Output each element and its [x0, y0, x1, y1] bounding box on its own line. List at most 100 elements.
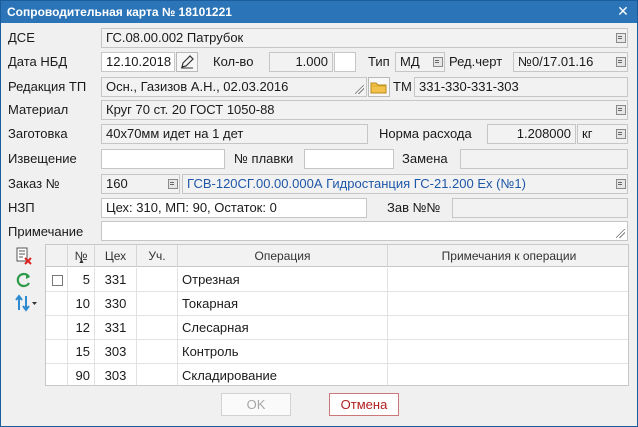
dropdown-icon[interactable]: [615, 128, 626, 140]
plavka-input[interactable]: [304, 149, 394, 169]
cell-num[interactable]: 10: [68, 292, 95, 316]
table-header-uch[interactable]: Уч.: [137, 245, 178, 267]
cell-uch[interactable]: [137, 340, 178, 364]
pen-icon[interactable]: [176, 52, 198, 72]
plavka-label: № плавки: [234, 151, 294, 166]
type-field[interactable]: МД: [395, 52, 445, 72]
edchert-value: №0/17.01.16: [518, 54, 594, 69]
izveshenie-input[interactable]: [101, 149, 225, 169]
material-value: Круг 70 ст. 20 ГОСТ 1050-88: [106, 102, 275, 117]
cell-op[interactable]: Слесарная: [178, 316, 388, 340]
dropdown-icon[interactable]: [167, 178, 178, 190]
cell-op[interactable]: Отрезная: [178, 268, 388, 292]
dialog-window: Сопроводительная карта № 18101221 ✕ ДСЕ …: [0, 0, 638, 427]
material-field[interactable]: Круг 70 ст. 20 ГОСТ 1050-88: [101, 100, 628, 120]
redtp-field[interactable]: Осн., Газизов А.Н., 02.03.2016: [101, 77, 367, 97]
close-icon[interactable]: ✕: [615, 3, 631, 19]
sort-arrow-icon: ▲: [78, 258, 85, 265]
cell-uch[interactable]: [137, 364, 178, 385]
prim-input[interactable]: [101, 221, 628, 241]
cell-note[interactable]: [388, 268, 628, 292]
cell-uch[interactable]: [137, 268, 178, 292]
zamena-label: Замена: [402, 151, 448, 166]
dse-label: ДСЕ: [8, 30, 35, 45]
row-select-cell[interactable]: [46, 316, 68, 340]
resize-grip-icon[interactable]: [355, 85, 364, 94]
nzp-value: Цех: 310, МП: 90, Остаток: 0: [106, 200, 277, 215]
cell-shop[interactable]: 303: [95, 340, 137, 364]
edchert-label: Ред.черт: [449, 54, 503, 69]
refresh-icon[interactable]: [14, 271, 34, 289]
type-value: МД: [400, 54, 420, 69]
nzp-label: НЗП: [8, 200, 35, 215]
norma-value: 1.208000: [516, 126, 571, 141]
delete-document-icon[interactable]: [14, 247, 34, 265]
dse-value: ГС.08.00.002 Патрубок: [106, 30, 244, 45]
title-bar[interactable]: Сопроводительная карта № 18101221 ✕: [1, 1, 637, 23]
row-select-cell[interactable]: [46, 364, 68, 385]
zav-field[interactable]: [452, 198, 628, 218]
izveshenie-label: Извещение: [8, 151, 77, 166]
date-input[interactable]: 12.10.2018: [101, 52, 175, 72]
qty-extra-field[interactable]: [334, 52, 356, 72]
row-select-cell[interactable]: [46, 340, 68, 364]
dropdown-icon[interactable]: [432, 56, 443, 68]
material-label: Материал: [8, 102, 69, 117]
table-header-notes[interactable]: Примечания к операции: [388, 245, 628, 267]
zakaz-desc: ГСВ-120СГ.00.00.000А Гидростанция ГС-21.…: [187, 176, 526, 191]
cell-num[interactable]: 5: [68, 268, 95, 292]
zamena-field[interactable]: [460, 149, 628, 169]
cell-shop[interactable]: 303: [95, 364, 137, 385]
cell-num[interactable]: 12: [68, 316, 95, 340]
cancel-button[interactable]: Отмена: [329, 393, 399, 416]
norma-unit-field[interactable]: кг: [577, 124, 628, 144]
tm-field[interactable]: 331-330-331-303: [414, 77, 628, 97]
zakaz-label: Заказ №: [8, 176, 60, 191]
zav-label: Зав №№: [387, 200, 441, 215]
table-header-shop[interactable]: Цех: [95, 245, 137, 267]
table-header-num[interactable]: № ▲: [68, 245, 95, 267]
dropdown-icon[interactable]: [615, 178, 626, 190]
cell-op[interactable]: Контроль: [178, 340, 388, 364]
edchert-field[interactable]: №0/17.01.16: [513, 52, 628, 72]
cell-note[interactable]: [388, 292, 628, 316]
dropdown-icon[interactable]: [615, 56, 626, 68]
dse-field[interactable]: ГС.08.00.002 Патрубок: [101, 28, 628, 48]
sort-updown-icon[interactable]: [14, 294, 40, 312]
zakaz-value: 160: [106, 176, 128, 191]
folder-icon[interactable]: [368, 77, 390, 97]
dropdown-icon[interactable]: [615, 104, 626, 116]
resize-grip-icon[interactable]: [616, 229, 625, 238]
zagotovka-value: 40х70мм идет на 1 дет: [106, 126, 244, 141]
zagotovka-label: Заготовка: [8, 126, 68, 141]
cell-op[interactable]: Складирование: [178, 364, 388, 385]
cell-note[interactable]: [388, 316, 628, 340]
ok-button[interactable]: OK: [221, 393, 291, 416]
nzp-input[interactable]: Цех: 310, МП: 90, Остаток: 0: [101, 198, 367, 218]
cell-op[interactable]: Токарная: [178, 292, 388, 316]
zakaz-field[interactable]: 160: [101, 174, 180, 194]
table-header-operation[interactable]: Операция: [178, 245, 388, 267]
cell-uch[interactable]: [137, 316, 178, 340]
cell-shop[interactable]: 331: [95, 268, 137, 292]
redtp-value: Осн., Газизов А.Н., 02.03.2016: [106, 79, 289, 94]
cell-note[interactable]: [388, 340, 628, 364]
cell-num[interactable]: 15: [68, 340, 95, 364]
cell-num[interactable]: 90: [68, 364, 95, 385]
row-select-cell[interactable]: [46, 292, 68, 316]
cell-note[interactable]: [388, 364, 628, 385]
table-header-select: [46, 245, 68, 267]
date-label: Дата НБД: [8, 54, 68, 69]
norma-field[interactable]: 1.208000: [487, 124, 576, 144]
qty-field[interactable]: 1.000: [269, 52, 333, 72]
zagotovka-field[interactable]: 40х70мм идет на 1 дет: [101, 124, 368, 144]
cell-uch[interactable]: [137, 292, 178, 316]
cell-shop[interactable]: 330: [95, 292, 137, 316]
qty-label: Кол-во: [213, 54, 254, 69]
row-checkbox[interactable]: [52, 275, 63, 286]
row-select-cell[interactable]: [46, 268, 68, 292]
tm-label: ТМ: [393, 79, 412, 94]
zakaz-desc-field[interactable]: ГСВ-120СГ.00.00.000А Гидростанция ГС-21.…: [182, 174, 628, 194]
cell-shop[interactable]: 331: [95, 316, 137, 340]
dropdown-icon[interactable]: [615, 32, 626, 44]
